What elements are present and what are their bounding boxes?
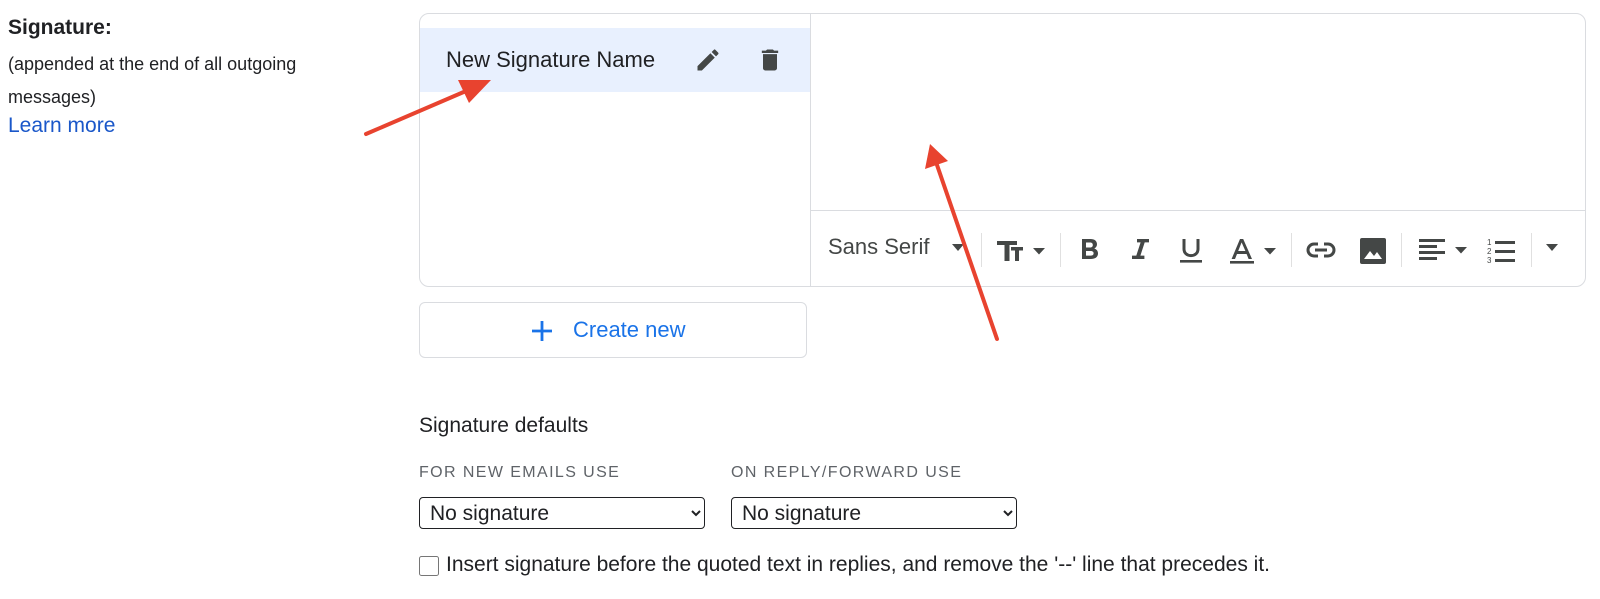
more-options-icon[interactable] xyxy=(1545,243,1559,269)
signature-defaults-title: Signature defaults xyxy=(419,414,589,437)
trash-icon[interactable] xyxy=(756,46,784,74)
image-icon[interactable] xyxy=(1359,237,1387,264)
bold-icon[interactable] xyxy=(1077,237,1101,263)
signature-label: Signature: xyxy=(8,16,112,39)
signature-list-item[interactable]: New Signature Name xyxy=(420,28,810,92)
new-emails-label: FOR NEW EMAILS USE xyxy=(419,464,621,481)
plus-icon xyxy=(530,319,554,343)
font-family-select[interactable]: Sans Serif xyxy=(828,234,930,260)
create-new-label: Create new xyxy=(573,317,686,342)
signature-list: New Signature Name xyxy=(420,14,811,286)
reply-forward-label: ON REPLY/FORWARD USE xyxy=(731,464,963,481)
numbered-list-icon[interactable]: 1 2 3 xyxy=(1487,237,1517,265)
link-icon[interactable] xyxy=(1305,237,1337,263)
formatting-toolbar: Sans Serif 1 2 3 xyxy=(811,210,1585,286)
toolbar-divider xyxy=(1291,233,1292,267)
svg-text:1: 1 xyxy=(1487,238,1492,247)
signature-description: (appended at the end of all outgoing mes… xyxy=(8,54,297,107)
toolbar-divider xyxy=(981,233,982,267)
signature-panel: New Signature Name Sans Serif 1 2 3 xyxy=(419,13,1586,287)
align-icon[interactable] xyxy=(1417,237,1469,263)
font-dropdown-arrow-icon[interactable] xyxy=(951,243,965,269)
signature-editor[interactable] xyxy=(811,14,1585,210)
text-color-icon[interactable] xyxy=(1229,237,1279,264)
signature-name: New Signature Name xyxy=(446,47,656,72)
insert-signature-label: Insert signature before the quoted text … xyxy=(446,553,1270,576)
reply-forward-signature-select[interactable]: No signature xyxy=(731,497,1017,529)
italic-icon[interactable] xyxy=(1128,237,1152,263)
toolbar-divider xyxy=(1531,233,1532,267)
svg-text:2: 2 xyxy=(1487,247,1492,256)
insert-signature-checkbox[interactable] xyxy=(419,556,439,576)
underline-icon[interactable] xyxy=(1177,237,1205,263)
create-new-button[interactable]: Create new xyxy=(419,302,807,358)
new-emails-signature-select[interactable]: No signature xyxy=(419,497,705,529)
pencil-icon[interactable] xyxy=(694,46,722,74)
toolbar-divider xyxy=(1060,233,1061,267)
learn-more-link[interactable]: Learn more xyxy=(8,114,115,138)
toolbar-divider xyxy=(1401,233,1402,267)
text-size-icon[interactable] xyxy=(995,237,1047,263)
svg-text:3: 3 xyxy=(1487,256,1492,265)
